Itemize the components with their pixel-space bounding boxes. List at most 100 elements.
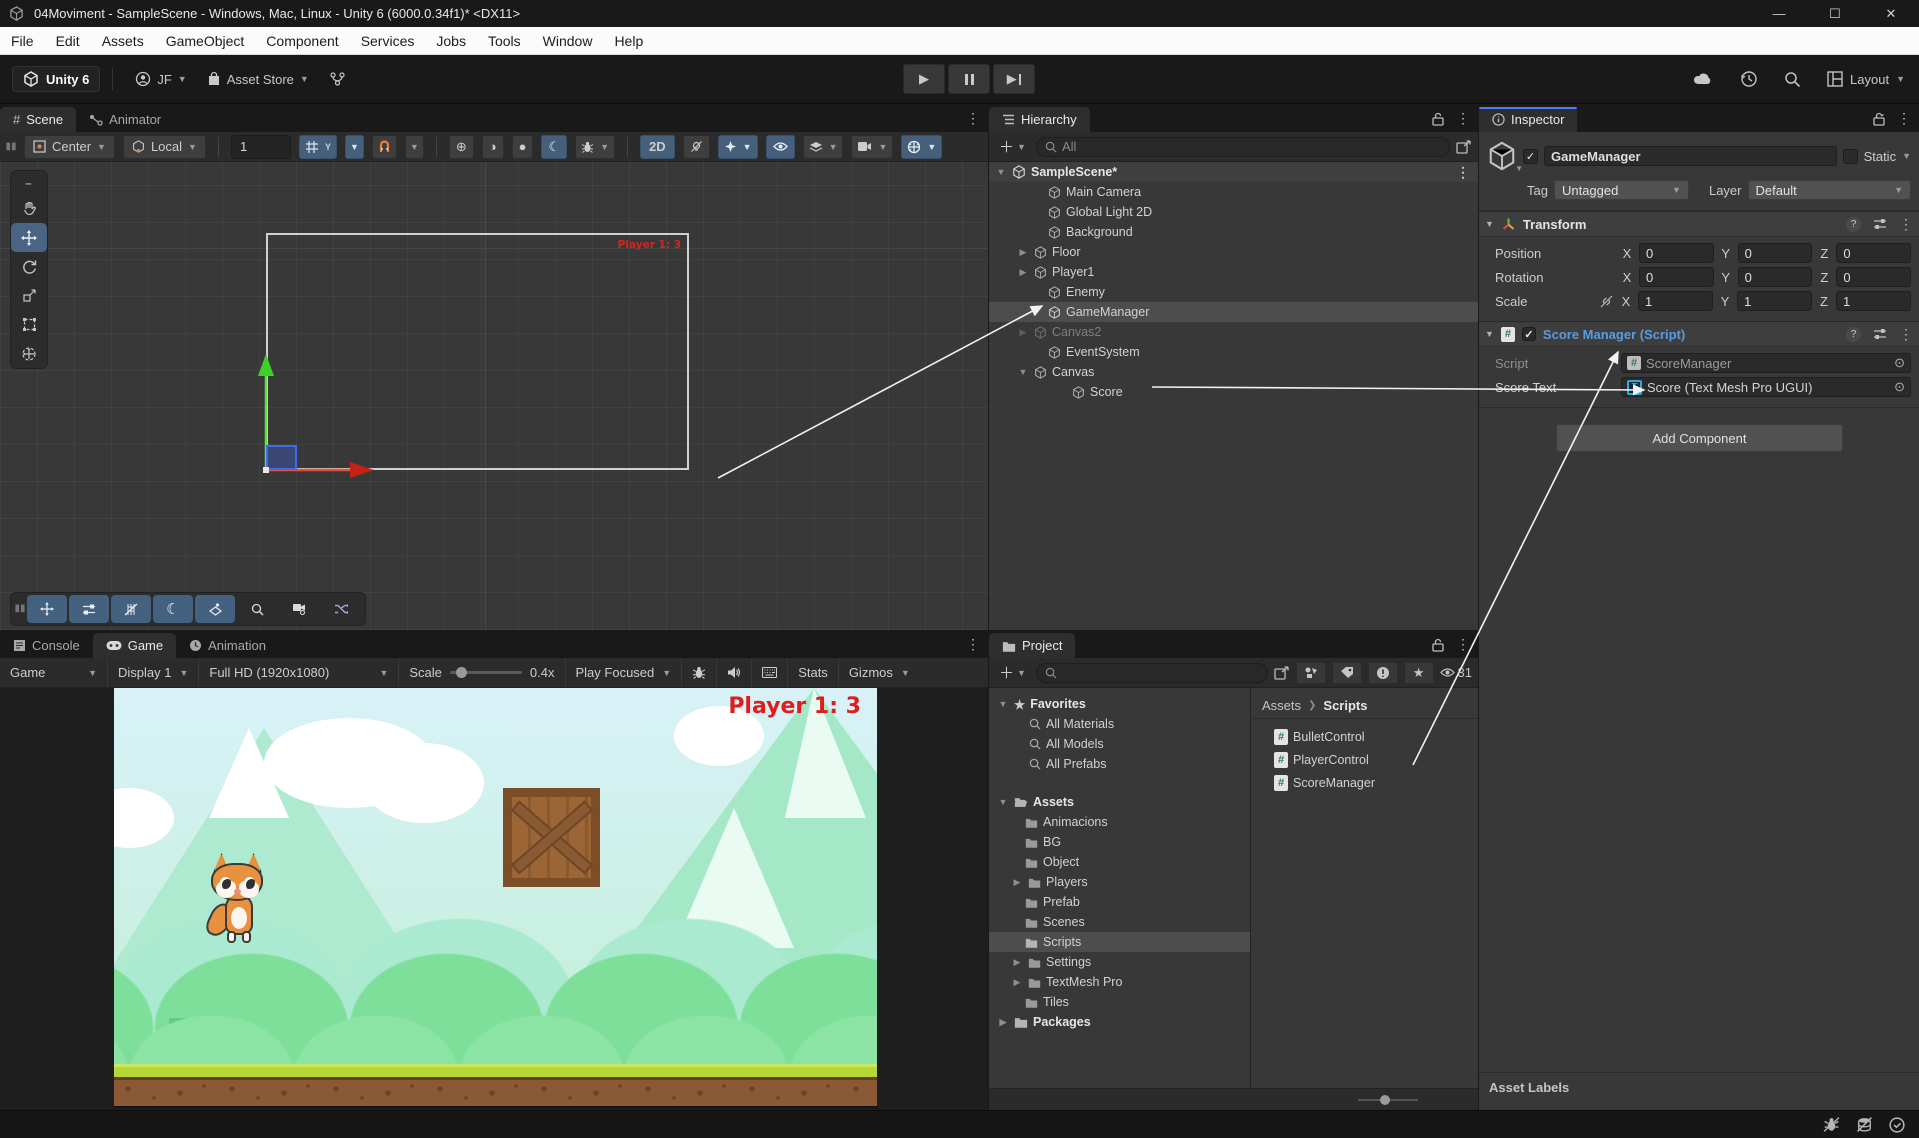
search-by-type-button[interactable] bbox=[1296, 662, 1326, 684]
project-search-input[interactable] bbox=[1036, 663, 1268, 683]
static-caret[interactable]: ▼ bbox=[1902, 151, 1911, 161]
project-add-button[interactable]: ＋▼ bbox=[995, 662, 1030, 683]
tab-animation[interactable]: Animation bbox=[176, 633, 279, 658]
overlay-moon-button[interactable]: ☾ bbox=[153, 595, 193, 623]
folder-scenes[interactable]: Scenes bbox=[989, 912, 1250, 932]
overlay-camera-preview-button[interactable] bbox=[279, 595, 319, 623]
breadcrumb-scripts[interactable]: Scripts bbox=[1323, 698, 1367, 713]
add-component-button[interactable]: Add Component bbox=[1556, 424, 1843, 452]
expander-icon[interactable]: ▶ bbox=[1011, 957, 1023, 968]
menu-gameobject[interactable]: GameObject bbox=[155, 27, 256, 54]
grid-snap-button[interactable]: Y bbox=[299, 135, 337, 159]
file-scoremanager[interactable]: #ScoreManager bbox=[1252, 771, 1478, 794]
shading-mixed-button[interactable]: ◑ bbox=[482, 135, 504, 159]
frame-debug-button[interactable] bbox=[682, 658, 717, 687]
scene-row-kebab[interactable]: ⋮ bbox=[1456, 164, 1478, 181]
stats-button[interactable]: Stats bbox=[788, 658, 839, 687]
maximize-button[interactable]: ☐ bbox=[1807, 0, 1863, 27]
tab-animator[interactable]: Animator bbox=[76, 107, 174, 132]
scene-lighting-button[interactable] bbox=[683, 135, 710, 159]
folder-players[interactable]: ▶Players bbox=[989, 872, 1250, 892]
folder-prefab[interactable]: Prefab bbox=[989, 892, 1250, 912]
hierarchy-item-background[interactable]: Background bbox=[989, 222, 1478, 242]
mute-debug-icon[interactable] bbox=[1823, 1117, 1840, 1132]
transform-gizmo[interactable] bbox=[252, 342, 392, 482]
shading-wireframe-button[interactable]: ⊕ bbox=[449, 135, 474, 159]
object-picker-icon[interactable]: ⊙ bbox=[1894, 355, 1905, 371]
close-button[interactable]: ✕ bbox=[1863, 0, 1919, 27]
menu-tools[interactable]: Tools bbox=[477, 27, 532, 54]
favorite-all-models[interactable]: All Models bbox=[989, 734, 1250, 754]
rotation-z-field[interactable]: 0 bbox=[1836, 267, 1911, 287]
hierarchy-item-score[interactable]: Score bbox=[989, 382, 1478, 402]
score-manager-header[interactable]: ▼ # ✓ Score Manager (Script) ? ⋮ bbox=[1479, 321, 1919, 347]
component-enabled-checkbox[interactable]: ✓ bbox=[1522, 327, 1536, 341]
progress-ok-icon[interactable] bbox=[1889, 1117, 1905, 1133]
favorites-star-button[interactable]: ★ bbox=[1404, 662, 1434, 684]
resolution-dropdown[interactable]: Full HD (1920x1080)▼ bbox=[199, 658, 399, 687]
tab-project[interactable]: Project bbox=[989, 633, 1075, 658]
cache-server-icon[interactable] bbox=[1856, 1117, 1873, 1132]
transform-header[interactable]: ▼ Transform ? ⋮ bbox=[1479, 211, 1919, 237]
rotate-tool-button[interactable] bbox=[11, 252, 47, 281]
file-playercontrol[interactable]: #PlayerControl bbox=[1252, 748, 1478, 771]
breadcrumb-assets[interactable]: Assets bbox=[1262, 698, 1301, 713]
snap-magnet-caret[interactable]: ▼ bbox=[405, 135, 424, 159]
help-icon[interactable]: ? bbox=[1846, 217, 1861, 232]
folder-object[interactable]: Object bbox=[989, 852, 1250, 872]
mute-audio-button[interactable] bbox=[717, 658, 752, 687]
tab-game[interactable]: Game bbox=[93, 633, 176, 658]
asset-labels-header[interactable]: Asset Labels bbox=[1489, 1080, 1569, 1095]
menu-window[interactable]: Window bbox=[532, 27, 604, 54]
favorite-all-prefabs[interactable]: All Prefabs bbox=[989, 754, 1250, 774]
asset-store-dropdown[interactable]: Asset Store▼ bbox=[197, 71, 319, 87]
hand-tool-button[interactable] bbox=[11, 194, 47, 223]
step-button[interactable]: ▶ bbox=[993, 64, 1035, 94]
lock-icon[interactable] bbox=[1873, 112, 1885, 126]
grid-snap-caret[interactable]: ▼ bbox=[345, 135, 364, 159]
transform-kebab[interactable]: ⋮ bbox=[1899, 216, 1913, 233]
gizmos-globe-button[interactable]: ▼ bbox=[901, 135, 942, 159]
mode-2d-button[interactable]: 2D bbox=[640, 135, 675, 159]
overlay-shuffle-button[interactable] bbox=[321, 595, 361, 623]
expander-icon[interactable]: ▶ bbox=[1011, 877, 1023, 888]
menu-help[interactable]: Help bbox=[603, 27, 654, 54]
minimize-button[interactable]: — bbox=[1751, 0, 1807, 27]
expander-icon[interactable]: ▶ bbox=[997, 1017, 1009, 1028]
lock-icon[interactable] bbox=[1432, 638, 1444, 652]
overlay-sliders-button[interactable] bbox=[69, 595, 109, 623]
expander-icon[interactable]: ▶ bbox=[1017, 327, 1029, 338]
grid-size-field[interactable]: 1 bbox=[231, 135, 291, 159]
component-kebab[interactable]: ⋮ bbox=[1899, 326, 1913, 343]
folder-bg[interactable]: BG bbox=[989, 832, 1250, 852]
shading-shaded-button[interactable]: ● bbox=[512, 135, 534, 159]
effects-button[interactable]: ▼ bbox=[718, 135, 758, 159]
scene-menu-kebab[interactable]: ⋮ bbox=[966, 110, 980, 127]
expander-icon[interactable]: ▶ bbox=[1011, 977, 1023, 988]
script-object-field[interactable]: # ScoreManager ⊙ bbox=[1621, 353, 1911, 373]
overlay-particles-button[interactable] bbox=[195, 595, 235, 623]
gameobject-cube-icon[interactable]: ▼ bbox=[1487, 141, 1517, 171]
folder-animacions[interactable]: Animacions bbox=[989, 812, 1250, 832]
folder-tiles[interactable]: Tiles bbox=[989, 992, 1250, 1012]
menu-jobs[interactable]: Jobs bbox=[425, 27, 477, 54]
scale-slider[interactable] bbox=[450, 671, 522, 674]
scale-y-field[interactable]: 1 bbox=[1737, 291, 1812, 311]
layers-button[interactable]: ▼ bbox=[803, 135, 844, 159]
toolbar-drag-handle[interactable]: ▮▮ bbox=[6, 145, 16, 149]
hierarchy-item-canvas2[interactable]: ▶Canvas2 bbox=[989, 322, 1478, 342]
lighting-toggle-button[interactable]: ☾ bbox=[541, 135, 567, 159]
move-tool-button[interactable] bbox=[11, 223, 47, 252]
hierarchy-add-button[interactable]: ＋▼ bbox=[995, 136, 1030, 157]
game-target-dropdown[interactable]: Game▼ bbox=[0, 658, 108, 687]
hierarchy-item-player1[interactable]: ▶Player1 bbox=[989, 262, 1478, 282]
scale-z-field[interactable]: 1 bbox=[1836, 291, 1911, 311]
overlay-move-button[interactable] bbox=[27, 595, 67, 623]
position-y-field[interactable]: 0 bbox=[1738, 243, 1813, 263]
hierarchy-item-enemy[interactable]: Enemy bbox=[989, 282, 1478, 302]
layer-dropdown[interactable]: Default▼ bbox=[1748, 180, 1912, 200]
picker-window-icon[interactable] bbox=[1274, 666, 1290, 680]
overlay-measure-button[interactable] bbox=[111, 595, 151, 623]
favorite-all-materials[interactable]: All Materials bbox=[989, 714, 1250, 734]
scene-camera-button[interactable]: ▼ bbox=[851, 135, 893, 159]
